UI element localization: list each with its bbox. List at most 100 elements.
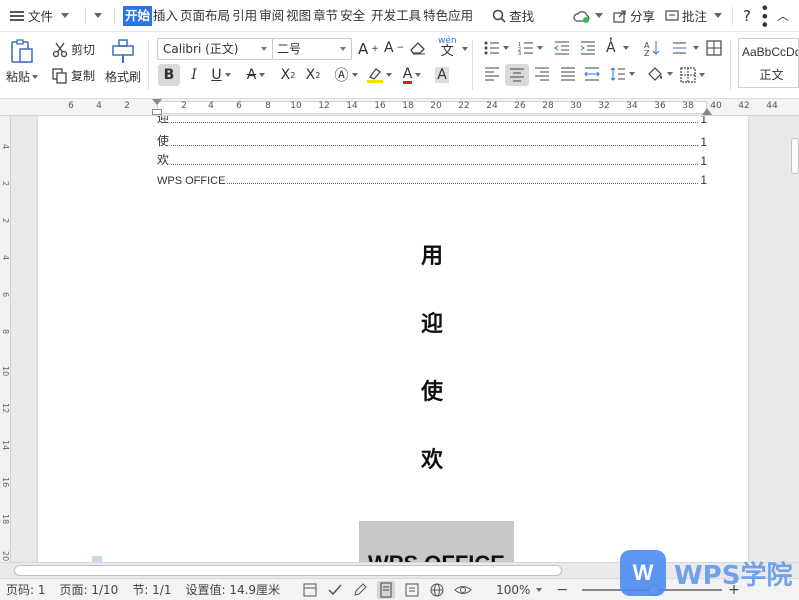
- tab-references[interactable]: 引用: [231, 6, 258, 26]
- bullets-button[interactable]: [484, 41, 509, 55]
- italic-button[interactable]: I: [184, 64, 204, 86]
- toc-entry-title: WPS OFFICE: [157, 175, 226, 187]
- share-button[interactable]: 分享: [613, 6, 655, 25]
- divider: [732, 6, 734, 25]
- font-size-select[interactable]: 二号: [272, 38, 352, 60]
- toc-entry[interactable]: 迎 1: [157, 116, 707, 126]
- style-normal[interactable]: AaBbCcDd 正文: [738, 38, 799, 88]
- quick-access-dropdown-icon[interactable]: [94, 13, 103, 18]
- chevron-down-icon[interactable]: [536, 587, 543, 592]
- toc-entry[interactable]: WPS OFFICE 1: [157, 171, 707, 187]
- distributed-button[interactable]: [584, 67, 600, 81]
- help-icon[interactable]: ?: [743, 7, 751, 25]
- chevron-down-icon: [537, 46, 543, 50]
- heading-char[interactable]: 用: [416, 238, 448, 270]
- heading-char[interactable]: 欢: [416, 442, 448, 474]
- increase-indent-button[interactable]: [580, 41, 596, 55]
- heading-char[interactable]: 使: [416, 374, 448, 406]
- format-painter-button[interactable]: 格式刷: [105, 38, 141, 85]
- vruler-tick: 14: [1, 440, 10, 451]
- char-shading-button[interactable]: A: [432, 64, 452, 86]
- line-spacing-button[interactable]: [610, 67, 635, 81]
- subscript-button[interactable]: X2: [302, 64, 324, 86]
- status-page[interactable]: 页面: 1/10: [60, 581, 119, 598]
- pen-icon[interactable]: [352, 582, 368, 598]
- chevron-down-icon[interactable]: [462, 47, 468, 51]
- justify-button[interactable]: [560, 67, 576, 81]
- indent-marker[interactable]: [152, 109, 162, 115]
- superscript-button[interactable]: X2: [278, 64, 298, 86]
- cloud-sync-button[interactable]: [573, 9, 603, 23]
- outdent-icon: [554, 41, 569, 55]
- toc-entry-page: 1: [700, 173, 707, 187]
- horizontal-scroll-thumb[interactable]: [14, 565, 562, 576]
- web-view-icon[interactable]: [429, 582, 445, 598]
- toc-entry[interactable]: 使 1: [157, 133, 707, 149]
- line-spacing-alt-button[interactable]: [672, 41, 699, 55]
- text-effect-button[interactable]: Ⓐ: [332, 64, 360, 86]
- cut-button[interactable]: 剪切: [52, 41, 95, 58]
- zoom-out-icon[interactable]: −: [556, 582, 568, 598]
- eye-protection-icon[interactable]: [454, 582, 472, 598]
- banner-text-box[interactable]: WPS OFFICE: [359, 521, 514, 562]
- vertical-scroll-thumb[interactable]: [791, 138, 799, 174]
- heading-char[interactable]: 迎: [416, 306, 448, 338]
- indent-marker[interactable]: [152, 99, 162, 105]
- search-button[interactable]: 查找: [492, 6, 534, 25]
- align-center-button[interactable]: [505, 64, 529, 86]
- layout-icon[interactable]: [302, 582, 318, 598]
- decrease-indent-button[interactable]: [554, 41, 570, 55]
- table-borders-button[interactable]: [706, 40, 722, 56]
- right-indent-marker[interactable]: [702, 108, 712, 115]
- toc-entry[interactable]: 欢 1: [157, 152, 707, 168]
- tab-review[interactable]: 审阅: [258, 6, 285, 26]
- phonetic-guide-button[interactable]: wén 文: [438, 36, 457, 58]
- document-workspace[interactable]: 42246810121416182022 迎 1 使 1 欢 1 WPS OFF…: [0, 116, 799, 562]
- font-name-select[interactable]: Calibri (正文): [157, 38, 273, 60]
- page-view-icon[interactable]: [377, 580, 396, 599]
- numbering-button[interactable]: 123: [518, 41, 543, 55]
- bold-button[interactable]: B: [158, 64, 180, 86]
- copy-button[interactable]: 复制: [52, 67, 95, 84]
- tab-page-layout[interactable]: 页面布局: [179, 6, 231, 26]
- status-section[interactable]: 节: 1/1: [132, 581, 171, 598]
- borders-button[interactable]: [680, 67, 705, 83]
- status-page-code[interactable]: 页码: 1: [6, 581, 46, 598]
- sort-button[interactable]: AZ: [644, 40, 660, 56]
- shading-button[interactable]: [646, 66, 673, 82]
- shrink-font-button[interactable]: A −: [384, 40, 404, 56]
- outline-view-icon[interactable]: [404, 582, 420, 598]
- document-page[interactable]: 迎 1 使 1 欢 1 WPS OFFICE 1 用 迎 使 欢 WPS OFF…: [38, 116, 748, 562]
- underline-button[interactable]: U: [208, 64, 234, 86]
- tab-home[interactable]: 开始: [123, 5, 153, 26]
- comment-button[interactable]: 批注: [665, 6, 723, 25]
- chevron-down-icon: [699, 73, 705, 77]
- tab-chapter[interactable]: 章节: [312, 6, 339, 26]
- more-options-icon[interactable]: •••: [755, 3, 774, 28]
- align-left-button[interactable]: [484, 67, 500, 81]
- align-right-button[interactable]: [534, 67, 550, 81]
- grow-font-button[interactable]: A +: [358, 40, 379, 58]
- distribute-icon: [584, 67, 600, 81]
- horizontal-ruler[interactable]: 6 4 2 2 4 6 8 10 12 14 16 18 20 22 24 26 28 30 32 34 36 38 40 4…: [0, 99, 799, 116]
- tab-special[interactable]: 特色应用: [422, 6, 474, 26]
- tab-insert[interactable]: 插入: [152, 6, 179, 26]
- status-setting[interactable]: 设置值: 14.9厘米: [185, 581, 280, 598]
- tab-view[interactable]: 视图: [285, 6, 312, 26]
- vertical-scrollbar[interactable]: [789, 116, 799, 562]
- tab-security[interactable]: 安全: [339, 6, 366, 26]
- tab-developer[interactable]: 开发工具: [370, 6, 422, 26]
- paste-button[interactable]: 粘贴: [6, 38, 39, 85]
- font-color-button[interactable]: A: [398, 64, 426, 86]
- clear-format-button[interactable]: [410, 41, 426, 55]
- file-menu[interactable]: 文件: [10, 6, 70, 25]
- vruler-tick: 18: [1, 514, 10, 525]
- vertical-ruler[interactable]: 42246810121416182022: [0, 116, 11, 562]
- ruler-tick: 2: [124, 101, 130, 111]
- collapse-ribbon-icon[interactable]: ︿: [777, 7, 789, 24]
- text-direction-button[interactable]: A̓: [606, 40, 629, 56]
- zoom-value[interactable]: 100%: [496, 583, 530, 597]
- strikethrough-button[interactable]: A: [242, 64, 270, 86]
- spellcheck-icon[interactable]: [327, 582, 343, 598]
- highlight-button[interactable]: [364, 64, 394, 86]
